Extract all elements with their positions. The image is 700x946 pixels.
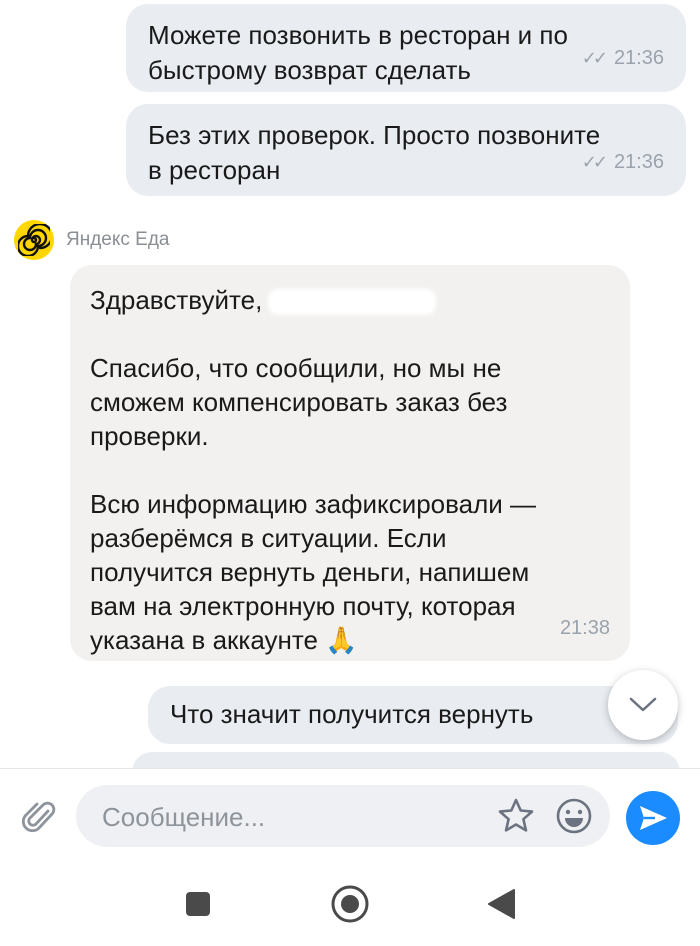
home-circle-icon[interactable]	[330, 884, 370, 929]
sender-header: Яндекс Еда	[14, 220, 170, 260]
message-text-line: указана в аккаунте	[90, 625, 318, 655]
recents-square-icon[interactable]	[184, 890, 212, 923]
redacted-name	[268, 289, 437, 316]
smiley-icon[interactable]	[554, 796, 594, 841]
outgoing-message[interactable]: Можете позвонить в ресторан и по быстром…	[126, 4, 686, 92]
message-meta: ✓✓ 21:36	[582, 41, 664, 76]
message-meta: ✓✓ 21:36	[582, 145, 664, 180]
message-input-container	[76, 785, 610, 849]
message-text-line: Всю информацию зафиксировали —	[90, 489, 537, 519]
message-composer	[0, 768, 700, 869]
incoming-message[interactable]: Здравствуйте, Спасибо, что сообщили, но …	[70, 265, 630, 661]
scroll-to-bottom-button[interactable]	[608, 670, 678, 740]
message-text-line: вам на электронную почту, которая	[90, 591, 516, 621]
message-text-line: Что значит получится вернуть	[170, 699, 534, 729]
message-text-line: получится вернуть деньги, напишем	[90, 557, 530, 587]
star-icon[interactable]	[496, 796, 536, 841]
message-text-line: разберёмся в ситуации. Если	[90, 523, 447, 553]
yandex-eda-spiral-icon[interactable]	[14, 220, 54, 260]
message-time: 21:38	[559, 617, 610, 639]
praying-hands-emoji-icon: 🙏	[325, 625, 358, 655]
sender-name: Яндекс Еда	[66, 229, 170, 250]
message-time: 21:36	[613, 151, 664, 173]
message-time: 21:36	[613, 47, 664, 69]
chevron-down-icon	[629, 697, 657, 712]
paperclip-icon[interactable]	[21, 797, 58, 842]
read-ticks-icon: ✓✓	[581, 48, 608, 68]
message-text-line: проверки.	[90, 421, 209, 451]
send-button[interactable]	[626, 791, 680, 845]
outgoing-message[interactable]: Что значит получится вернуть ✓✓ 2	[148, 686, 678, 744]
message-text-line: Спасибо, что сообщили, но мы не	[90, 353, 502, 383]
greeting-text: Здравствуйте,	[90, 285, 263, 315]
read-ticks-icon: ✓✓	[581, 152, 608, 172]
back-triangle-icon[interactable]	[486, 888, 516, 925]
message-text-line: сможем компенсировать заказ без	[90, 387, 508, 417]
outgoing-message[interactable]: Без этих проверок. Просто позвоните в ре…	[126, 104, 686, 196]
system-navigation-bar	[0, 868, 700, 946]
send-icon	[640, 806, 667, 830]
message-input[interactable]	[100, 785, 484, 849]
